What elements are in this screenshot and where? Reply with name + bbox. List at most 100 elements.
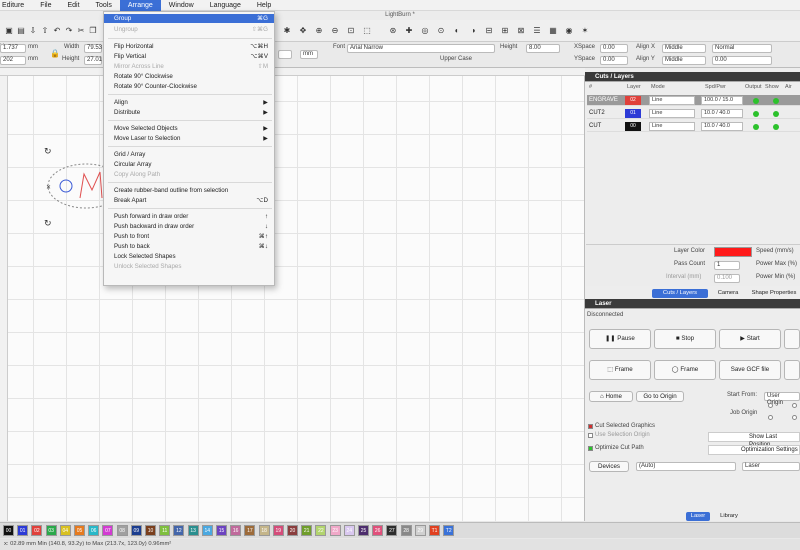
align-x-select[interactable]: Middle	[662, 44, 706, 53]
palette-swatch[interactable]: 11	[159, 525, 171, 536]
start-button[interactable]: ▶ Start	[719, 329, 781, 349]
palette-swatch[interactable]: 10	[145, 525, 156, 536]
menu-item-flip-horizontal[interactable]: Flip Horizontal ⌥⌘H	[104, 42, 274, 51]
save-gcode-button[interactable]: Save GCF file	[719, 360, 781, 380]
palette-swatch[interactable]: 25	[358, 525, 369, 536]
align-y-select[interactable]: Middle	[662, 56, 706, 65]
zoom-in-icon[interactable]: ⊕	[314, 26, 324, 36]
palette-swatch[interactable]: 04	[59, 525, 71, 536]
menu-item-flip-vertical[interactable]: Flip Vertical ⌥⌘V	[104, 52, 274, 61]
menu-tools[interactable]: Tools	[88, 0, 120, 11]
extra-button[interactable]	[784, 360, 800, 380]
devices-button[interactable]: Devices	[589, 461, 629, 472]
menu-item-push-backward[interactable]: Push backward in draw order ↓	[104, 222, 274, 231]
height-field[interactable]: 27.01	[84, 56, 102, 65]
palette-swatch[interactable]: 29	[414, 525, 426, 536]
cross-icon[interactable]: ✚	[404, 26, 414, 36]
job-origin-radio[interactable]	[792, 403, 797, 408]
palette-swatch[interactable]: 24	[343, 525, 355, 536]
upper-case-checkbox[interactable]: Upper Case	[440, 55, 472, 64]
y-position-field[interactable]: 202	[0, 56, 26, 65]
palette-swatch[interactable]: 09	[130, 525, 142, 536]
lock-icon[interactable]: 🔒	[50, 49, 60, 59]
layer-color-swatch[interactable]	[714, 247, 752, 257]
subtract-icon[interactable]: ◐	[452, 26, 462, 36]
palette-swatch[interactable]: 13	[187, 525, 199, 536]
job-origin-radio[interactable]	[792, 415, 797, 420]
tab-cuts-layers[interactable]: Cuts / Layers	[652, 289, 708, 298]
palette-swatch[interactable]: 18	[258, 525, 270, 536]
menu-item-move-selected[interactable]: Move Selected Objects ▶	[104, 124, 274, 133]
rotate-field[interactable]	[278, 50, 292, 59]
undo-icon[interactable]: ↶	[52, 26, 62, 36]
pause-button[interactable]: ❚❚ Pause	[589, 329, 651, 349]
laser-select[interactable]: Laser	[742, 462, 800, 471]
weld-icon[interactable]: ◎	[420, 26, 430, 36]
text-mode-select[interactable]: Normal	[712, 44, 772, 53]
copy-icon[interactable]: ❐	[88, 26, 98, 36]
use-selection-origin-checkbox[interactable]	[588, 433, 593, 438]
menu-item-lock-shapes[interactable]: Lock Selected Shapes	[104, 252, 274, 261]
tab-camera-control[interactable]: Camera Control	[710, 289, 746, 305]
palette-swatch[interactable]: 23	[329, 525, 341, 536]
menu-window[interactable]: Window	[161, 0, 202, 11]
menu-edit[interactable]: Edit	[59, 0, 87, 11]
job-origin-radio[interactable]	[768, 415, 773, 420]
layer-mode-select[interactable]: Line	[649, 109, 695, 118]
palette-swatch[interactable]: 22	[315, 525, 327, 536]
devices-select[interactable]: (Auto)	[636, 462, 736, 471]
menu-item-distribute[interactable]: Distribute ▶	[104, 108, 274, 117]
home-button[interactable]: ⌂ Home	[589, 391, 633, 402]
palette-swatch[interactable]: 08	[116, 525, 128, 536]
x-position-field[interactable]: 1.737	[0, 44, 26, 53]
redo-icon[interactable]: ↷	[64, 26, 74, 36]
text-height-field[interactable]: 8.00	[526, 44, 560, 53]
show-toggle[interactable]	[773, 111, 779, 117]
palette-swatch[interactable]: 02	[31, 525, 43, 536]
menu-item-rotate-ccw[interactable]: Rotate 90° Counter-Clockwise	[104, 82, 274, 91]
menu-item-unlock-shapes[interactable]: Unlock Selected Shapes	[104, 262, 274, 271]
menu-file[interactable]: File	[32, 0, 59, 11]
align-right-icon[interactable]: ⊠	[516, 26, 526, 36]
menu-item-push-forward[interactable]: Push forward in draw order ↑	[104, 212, 274, 221]
target-icon[interactable]: ⊛	[388, 26, 398, 36]
palette-swatch[interactable]: 26	[372, 525, 384, 536]
mm-field[interactable]: mm	[300, 50, 318, 59]
align-center-icon[interactable]: ⊞	[500, 26, 510, 36]
cut-icon[interactable]: ✂	[76, 26, 86, 36]
output-toggle[interactable]	[753, 111, 759, 117]
optimize-cut-path-checkbox[interactable]	[588, 446, 593, 451]
yspace-field[interactable]: 0.00	[600, 56, 628, 65]
menu-item-ungroup[interactable]: Ungroup ⇧⌘G	[104, 25, 274, 34]
palette-swatch[interactable]: T1	[429, 525, 440, 536]
start-from-select[interactable]: User Origin	[764, 392, 800, 406]
zoom-fit-icon[interactable]: ⊡	[346, 26, 356, 36]
menu-item-rotate-cw[interactable]: Rotate 90° Clockwise	[104, 72, 274, 81]
design-canvas[interactable]	[0, 68, 585, 521]
optimization-settings-button[interactable]: Optimization Settings	[708, 445, 800, 455]
show-toggle[interactable]	[773, 124, 779, 130]
menu-item-push-to-back[interactable]: Push to back ⌘↓	[104, 242, 274, 251]
palette-swatch[interactable]: 27	[386, 525, 398, 536]
output-toggle[interactable]	[753, 124, 759, 130]
palette-swatch[interactable]: 03	[45, 525, 57, 536]
layer-mode-select[interactable]: Line	[649, 122, 695, 131]
menu-help[interactable]: Help	[249, 0, 279, 11]
menu-item-push-to-front[interactable]: Push to front ⌘↑	[104, 232, 274, 241]
menu-item-group[interactable]: Group ⌘G	[104, 14, 274, 23]
tab-library[interactable]: Library	[712, 512, 746, 521]
palette-swatch[interactable]: 12	[173, 525, 185, 536]
palette-swatch[interactable]: 05	[74, 525, 85, 536]
menu-item-copy-along-path[interactable]: Copy Along Path	[104, 170, 274, 179]
distribute-icon[interactable]: ☰	[532, 26, 542, 36]
extra-button[interactable]	[784, 329, 800, 349]
palette-swatch[interactable]: T2	[443, 525, 455, 536]
palette-swatch[interactable]: 19	[272, 525, 284, 536]
open-icon[interactable]: ▣	[4, 26, 14, 36]
menu-item-align[interactable]: Align ▶	[104, 98, 274, 107]
font-select[interactable]: Arial Narrow	[347, 44, 495, 53]
job-origin-radio[interactable]	[768, 403, 773, 408]
union-icon[interactable]: ⊙	[436, 26, 446, 36]
width-field[interactable]: 79.53	[84, 44, 102, 53]
laser-icon[interactable]: ✶	[580, 26, 590, 36]
